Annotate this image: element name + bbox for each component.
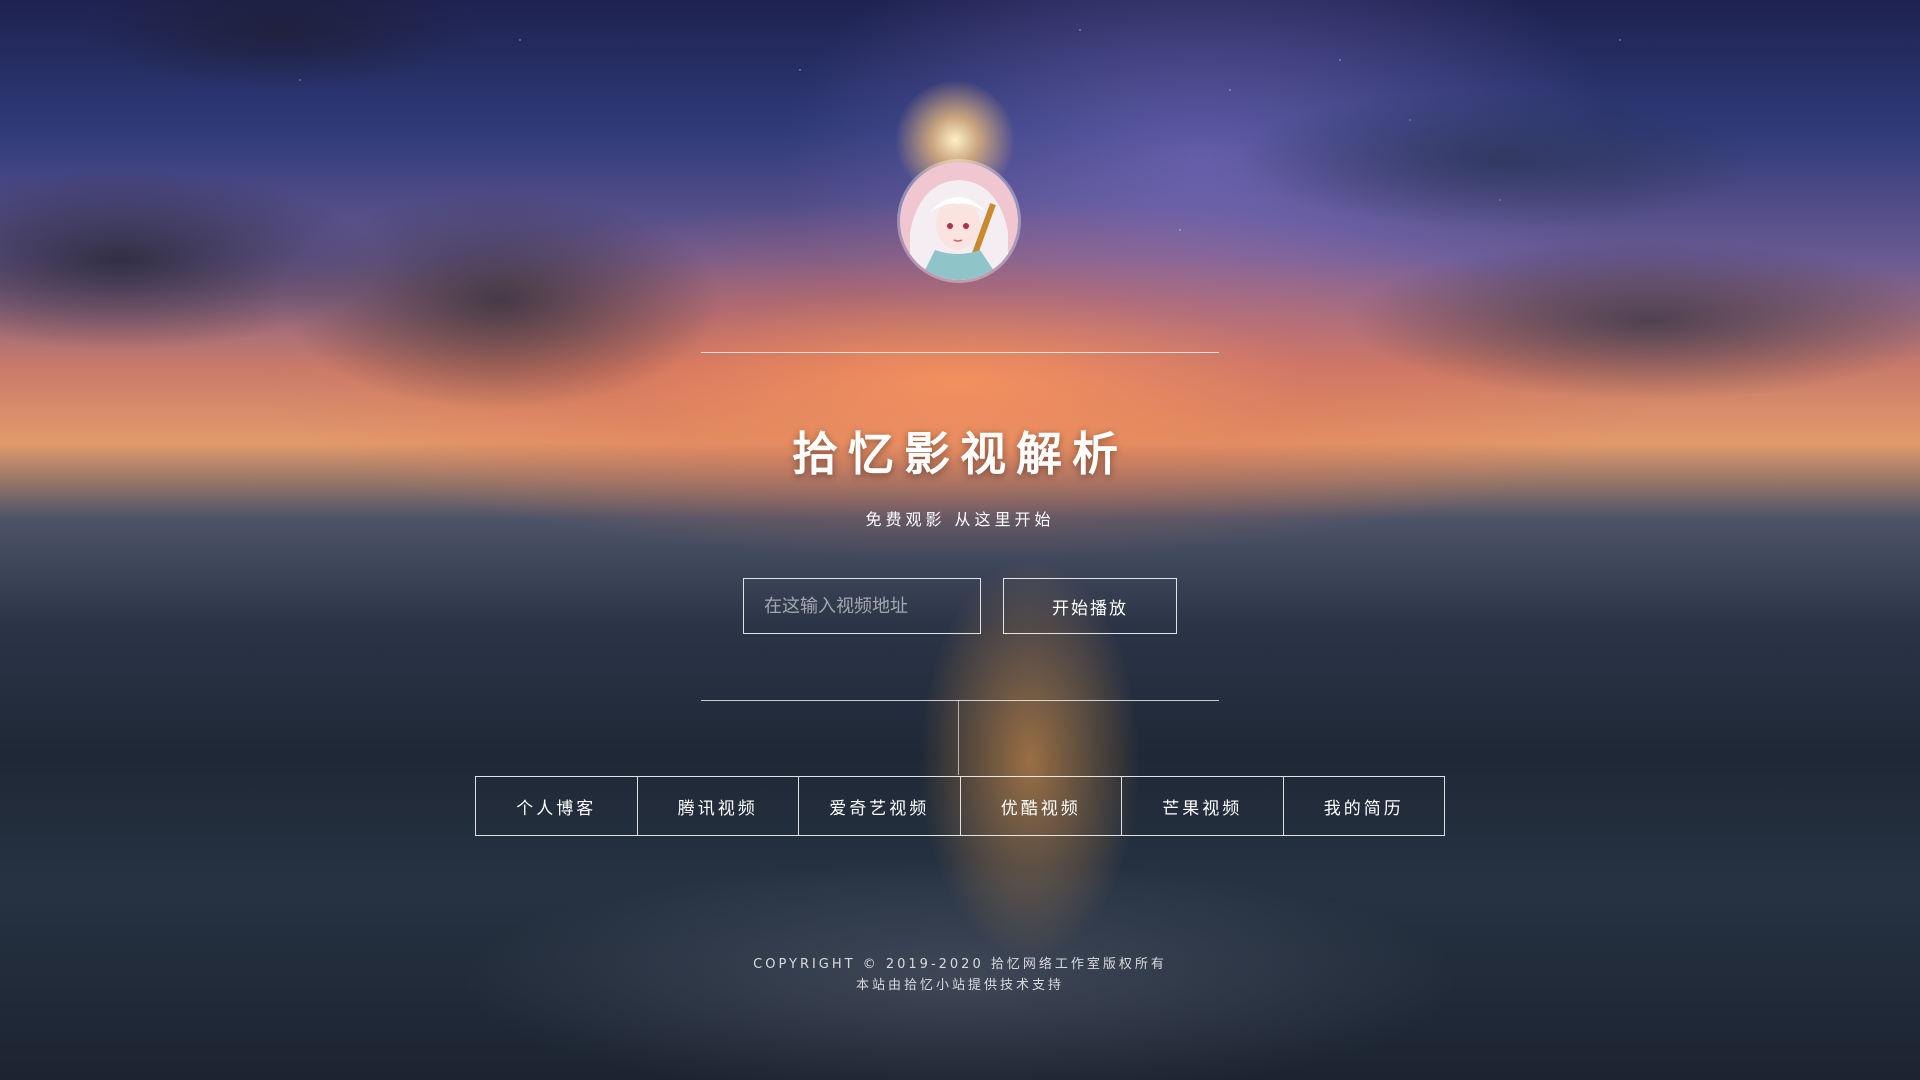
nav-item-resume[interactable]: 我的简历 — [1284, 777, 1445, 835]
page-title: 拾忆影视解析 — [792, 427, 1128, 481]
nav-item-tencent-video[interactable]: 腾讯视频 — [638, 777, 799, 835]
video-url-input[interactable] — [743, 578, 981, 634]
divider-middle — [701, 700, 1219, 701]
platform-nav: 个人博客 腾讯视频 爱奇艺视频 优酷视频 芒果视频 我的简历 — [475, 776, 1445, 836]
footer-support: 本站由拾忆小站提供技术支持 — [855, 978, 1064, 993]
avatar[interactable] — [900, 162, 1018, 280]
nav-item-youku-video[interactable]: 优酷视频 — [961, 777, 1122, 835]
page-subtitle: 免费观影 从这里开始 — [865, 510, 1055, 529]
divider-top — [701, 352, 1219, 353]
avatar-illustration — [900, 162, 1018, 280]
nav-item-mango-video[interactable]: 芒果视频 — [1122, 777, 1284, 835]
footer: COPYRIGHT © 2019-2020 拾忆网络工作室版权所有 本站由拾忆小… — [0, 954, 1920, 996]
start-play-button[interactable]: 开始播放 — [1003, 578, 1177, 634]
nav-item-iqiyi-video[interactable]: 爱奇艺视频 — [799, 777, 961, 835]
nav-item-blog[interactable]: 个人博客 — [476, 777, 638, 835]
footer-copyright: COPYRIGHT © 2019-2020 拾忆网络工作室版权所有 — [753, 957, 1167, 972]
divider-vertical — [958, 700, 959, 775]
